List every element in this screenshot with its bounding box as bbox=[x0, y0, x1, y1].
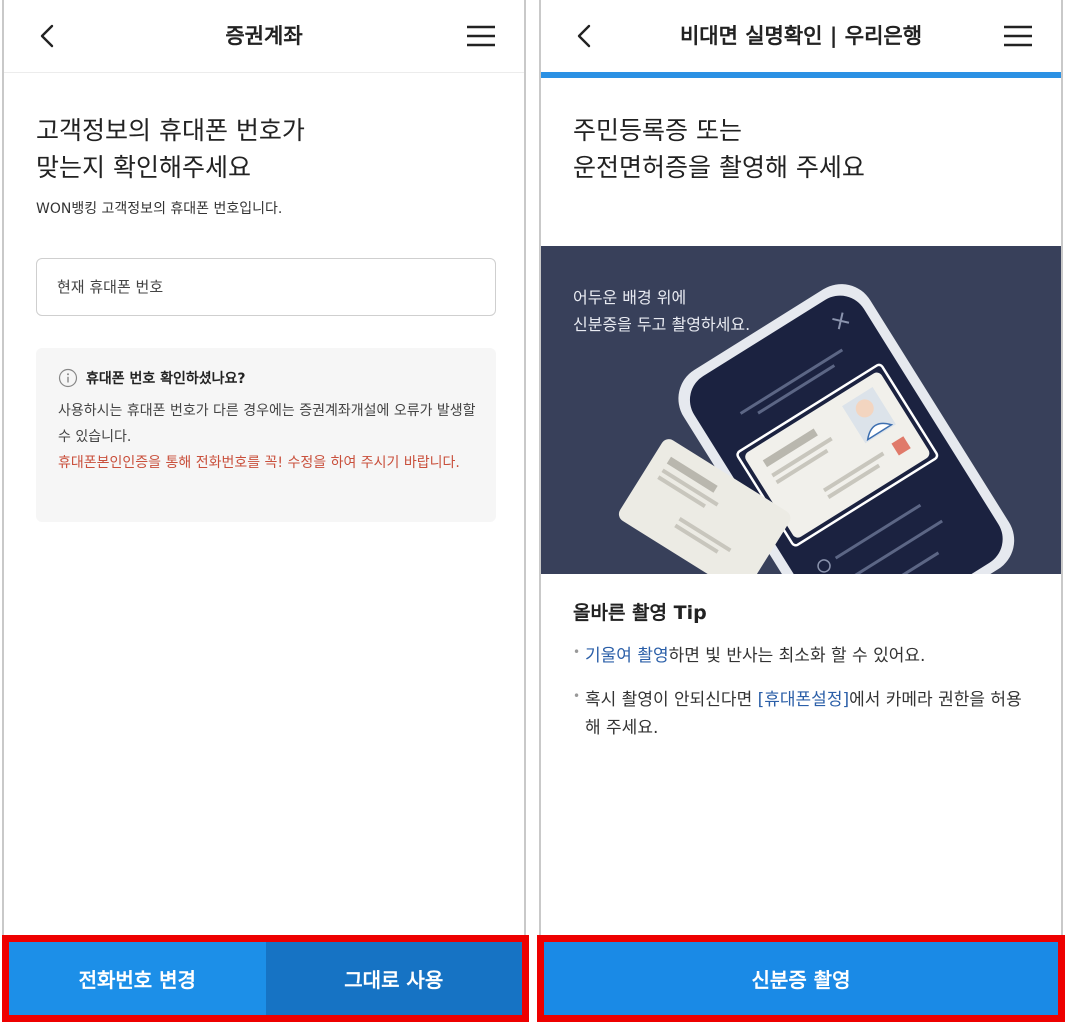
headline-line-2: 운전면허증을 촬영해 주세요 bbox=[573, 153, 865, 182]
illustration-line-2: 신분증을 두고 촬영하세요. bbox=[573, 315, 751, 334]
hamburger-menu-icon[interactable] bbox=[1003, 22, 1033, 50]
left-button-bar-highlight: 전화번호 변경 그대로 사용 bbox=[2, 935, 529, 1022]
headline-line-1: 고객정보의 휴대폰 번호가 bbox=[36, 116, 305, 145]
illustration-text: 어두운 배경 위에 신분증을 두고 촬영하세요. bbox=[573, 284, 750, 338]
notice-warning: 휴대폰본인인증을 통해 전화번호를 꼭! 수정을 하여 주시기 바랍니다. bbox=[58, 455, 460, 471]
header: 증권계좌 bbox=[4, 0, 524, 72]
back-icon[interactable] bbox=[569, 18, 603, 54]
tip-title: 올바른 촬영 Tip bbox=[573, 602, 707, 624]
tip-item-1: • 기울여 촬영하면 빛 반사는 최소화 할 수 있어요. bbox=[573, 642, 1033, 670]
tip-link-tilt[interactable]: 기울여 촬영 bbox=[585, 646, 669, 666]
use-as-is-button[interactable]: 그대로 사용 bbox=[265, 942, 522, 1015]
notice-body: 사용하시는 휴대폰 번호가 다른 경우에는 증권계좌개설에 오류가 발생할 수 … bbox=[58, 403, 476, 445]
progress-bar bbox=[541, 72, 1061, 78]
header: 비대면 실명확인 | 우리은행 bbox=[541, 0, 1061, 72]
headline: 고객정보의 휴대폰 번호가 맞는지 확인해주세요 bbox=[36, 112, 305, 186]
change-phone-number-button[interactable]: 전화번호 변경 bbox=[9, 942, 266, 1015]
right-button-bar-highlight: 신분증 촬영 bbox=[537, 935, 1065, 1022]
phone-number-input[interactable] bbox=[36, 258, 496, 316]
bullet-icon: • bbox=[573, 689, 581, 703]
bullet-icon: • bbox=[573, 645, 581, 659]
subtext: WON뱅킹 고객정보의 휴대폰 번호입니다. bbox=[36, 201, 283, 217]
illustration-line-1: 어두운 배경 위에 bbox=[573, 288, 687, 307]
hamburger-menu-icon[interactable] bbox=[466, 22, 496, 50]
tip-text: 혹시 촬영이 안되신다면 bbox=[585, 690, 758, 710]
headline-line-1: 주민등록증 또는 bbox=[573, 116, 742, 145]
notice-box: 휴대폰 번호 확인하셨나요? 사용하시는 휴대폰 번호가 다른 경우에는 증권계… bbox=[36, 348, 496, 522]
header-divider bbox=[4, 72, 524, 73]
headline: 주민등록증 또는 운전면허증을 촬영해 주세요 bbox=[573, 112, 865, 186]
tip-item-2: • 혹시 촬영이 안되신다면 [휴대폰설정]에서 카메라 권한을 허용해 주세요… bbox=[573, 686, 1033, 742]
tip-link-phone-settings[interactable]: [휴대폰설정] bbox=[758, 690, 849, 710]
info-circle-icon bbox=[58, 368, 78, 388]
page-title: 증권계좌 bbox=[225, 24, 303, 48]
id-capture-illustration: 어두운 배경 위에 신분증을 두고 촬영하세요. bbox=[541, 246, 1061, 574]
left-screen: 증권계좌 고객정보의 휴대폰 번호가 맞는지 확인해주세요 WON뱅킹 고객정보… bbox=[2, 0, 526, 1022]
right-screen: 비대면 실명확인 | 우리은행 주민등록증 또는 운전면허증을 촬영해 주세요 bbox=[539, 0, 1063, 1022]
notice-title: 휴대폰 번호 확인하셨나요? bbox=[86, 371, 246, 387]
tip-text: 하면 빛 반사는 최소화 할 수 있어요. bbox=[668, 646, 926, 666]
notice-heading: 휴대폰 번호 확인하셨나요? bbox=[58, 368, 474, 388]
page-title: 비대면 실명확인 | 우리은행 bbox=[679, 24, 923, 48]
headline-line-2: 맞는지 확인해주세요 bbox=[36, 153, 251, 182]
back-icon[interactable] bbox=[32, 18, 66, 54]
capture-id-button[interactable]: 신분증 촬영 bbox=[544, 942, 1058, 1015]
